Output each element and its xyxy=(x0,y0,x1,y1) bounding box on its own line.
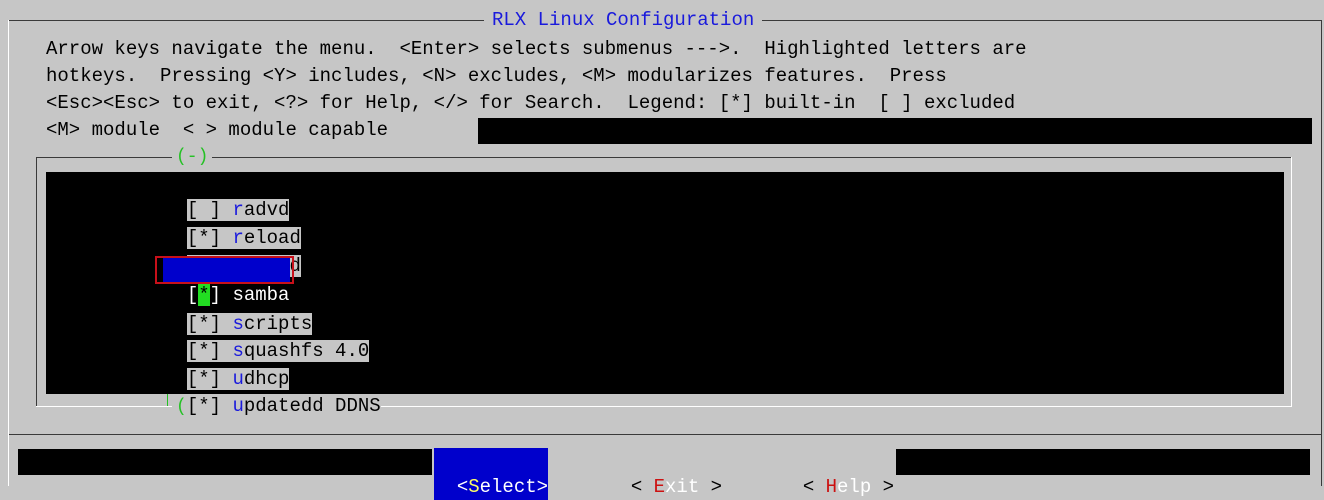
menu-frame-left xyxy=(36,157,37,407)
selection-outline xyxy=(155,256,294,284)
help-line-1: Arrow keys navigate the menu. <Enter> se… xyxy=(46,38,1027,60)
exit-button-open: < xyxy=(630,476,654,498)
dialog-frame-left xyxy=(8,20,9,486)
menu-item-reload[interactable]: [*] reload xyxy=(163,199,302,249)
help-button-label: elp xyxy=(837,476,872,498)
button-separator xyxy=(9,434,1321,435)
help-line-3: <Esc><Esc> to exit, <?> for Help, </> fo… xyxy=(46,92,1016,114)
menu-item-updatedd[interactable]: [*] updatedd DDNS xyxy=(163,367,382,417)
menu-item-routed[interactable]: [*] routed xyxy=(163,227,302,277)
menu-item-scripts[interactable]: [*] scripts xyxy=(163,285,313,335)
help-line-4: <M> module < > module capable xyxy=(46,119,389,141)
scroll-up-indicator[interactable]: (-) xyxy=(172,144,213,170)
exit-button-close: > xyxy=(699,476,723,498)
help-button-open: < xyxy=(802,476,826,498)
menu-item-hotkey: u xyxy=(232,395,244,417)
select-button-open: < xyxy=(456,476,469,498)
help-button-hotkey: H xyxy=(825,476,838,498)
help-line-2: hotkeys. Pressing <Y> includes, <N> excl… xyxy=(46,65,947,87)
button-row-fill-left xyxy=(18,449,432,475)
menu-item-label: pdatedd DDNS xyxy=(243,395,381,417)
menu-item-radvd[interactable]: [ ] radvd xyxy=(163,171,290,221)
help-button[interactable]: < Help > xyxy=(780,448,894,500)
select-button-label: elect xyxy=(479,476,537,498)
dialog-title: RLX Linux Configuration xyxy=(484,7,763,33)
exit-button-label: xit xyxy=(665,476,700,498)
help-line-4-fill xyxy=(478,118,1312,144)
menu-frame-top xyxy=(36,157,1292,158)
dialog-frame-right xyxy=(1321,20,1322,486)
select-button[interactable]: <Select> xyxy=(434,448,549,500)
exit-button-hotkey: E xyxy=(653,476,666,498)
menu-frame-right xyxy=(1291,157,1292,407)
menu-item-squashfs[interactable]: [*] squashfs 4.0 xyxy=(163,312,370,362)
exit-button[interactable]: < Exit > xyxy=(608,448,722,500)
button-row-fill-right xyxy=(896,449,1310,475)
help-button-close: > xyxy=(871,476,895,498)
menu-item-udhcp[interactable]: [*] udhcp xyxy=(163,340,290,390)
select-button-hotkey: S xyxy=(468,476,480,498)
select-button-close: > xyxy=(536,476,549,498)
menu-item-mark: [*] xyxy=(186,395,222,417)
